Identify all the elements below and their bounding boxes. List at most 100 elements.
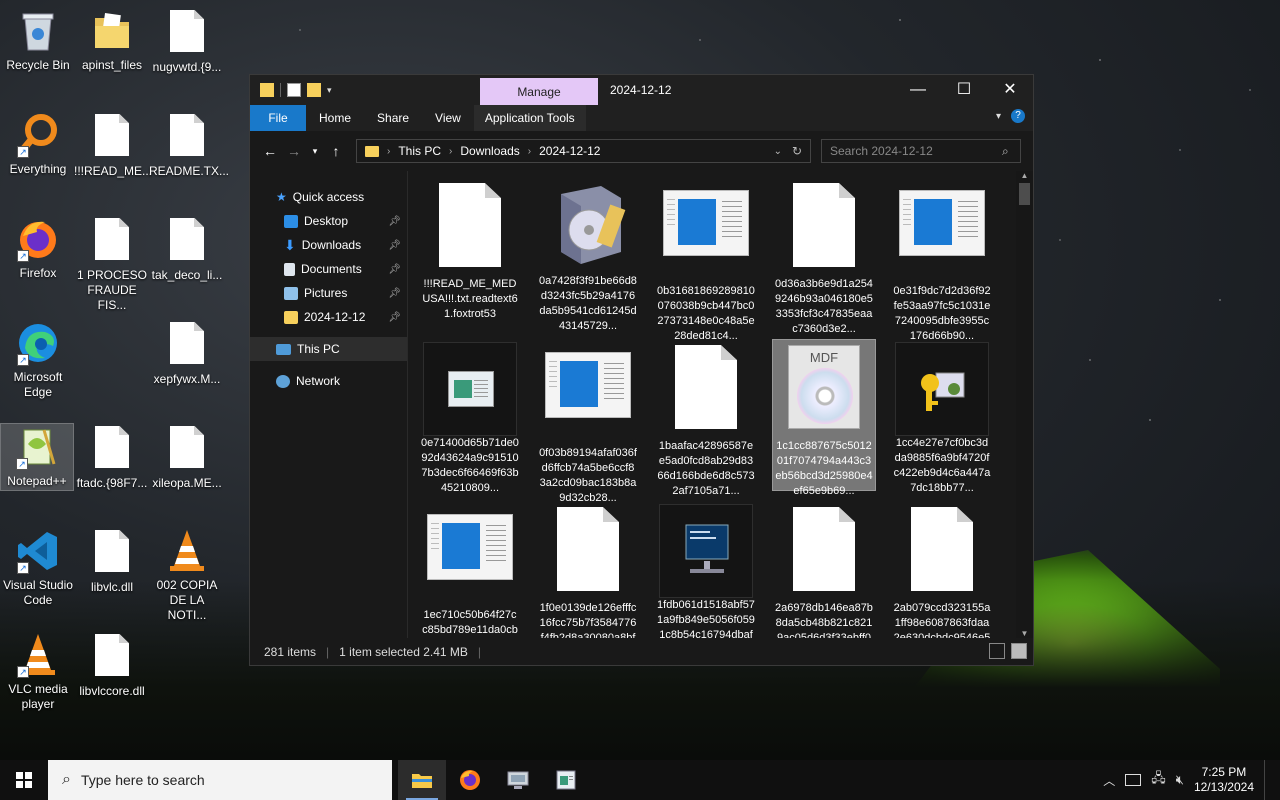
- tab-file[interactable]: File: [250, 105, 306, 131]
- file-item[interactable]: 0b31681869289810076038b9cb447bc027373148…: [654, 177, 758, 342]
- breadcrumb-downloads[interactable]: Downloads: [460, 144, 519, 158]
- file-item[interactable]: 2a6978db146ea87b8da5cb48b821c8219ac05d6d…: [772, 501, 876, 638]
- recycle-bin-icon: [15, 8, 61, 54]
- document-preview-icon: [899, 190, 985, 256]
- folder-icon: [284, 310, 298, 324]
- desktop-icon-xileopa[interactable]: xileopa.ME...: [149, 424, 225, 491]
- document-icon: [675, 345, 737, 429]
- file-item[interactable]: 1ec710c50b64f27cc85bd789e11da0cba3ec9a21…: [418, 501, 522, 638]
- address-dropdown-chevron-icon[interactable]: ⌄: [774, 146, 782, 157]
- properties-icon[interactable]: [287, 83, 301, 97]
- recent-locations-chevron-icon[interactable]: ▾: [306, 146, 324, 157]
- search-input[interactable]: [821, 139, 1021, 163]
- document-icon: [439, 183, 501, 267]
- forward-arrow-icon[interactable]: →: [282, 143, 306, 159]
- file-item[interactable]: 0e71400d65b71de092d43624a9c915107b3dec6f…: [418, 339, 522, 494]
- new-folder-icon[interactable]: [307, 83, 321, 97]
- desktop-icon-libvlccore[interactable]: libvlccore.dll: [74, 632, 150, 699]
- taskbar-file-explorer[interactable]: [398, 760, 446, 800]
- file-item[interactable]: 1cc4e27e7cf0bc3dda9885f6a9bf4720fc422eb9…: [890, 339, 994, 494]
- taskbar-search-box[interactable]: ⌕ Type here to search: [48, 760, 392, 800]
- file-item[interactable]: 2ab079ccd323155a1ff98e6087863fdaa2e630dc…: [890, 501, 994, 638]
- address-bar[interactable]: › This PC › Downloads › 2024-12-12 ⌄ ↻: [356, 139, 811, 163]
- taskbar-clock[interactable]: 7:25 PM 12/13/2024: [1194, 765, 1254, 795]
- network-icon: [276, 374, 290, 388]
- back-arrow-icon[interactable]: ←: [258, 143, 282, 159]
- star-icon: ★: [276, 190, 287, 204]
- desktop-icon-apinst-files[interactable]: apinst_files: [74, 8, 150, 73]
- desktop-icon-microsoft-edge[interactable]: ↗ Microsoft Edge: [0, 320, 76, 400]
- maximize-icon[interactable]: ☐: [941, 75, 987, 105]
- file-item[interactable]: 0d36a3b6e9d1a2549246b93a046180e53353fcf3…: [772, 177, 876, 335]
- tab-application-tools[interactable]: Application Tools: [473, 105, 586, 131]
- desktop-icon-tak-deco[interactable]: tak_deco_li...: [149, 216, 225, 283]
- file-item[interactable]: MDF 1c1cc887675c501201f7074794a443c3eb56b…: [772, 339, 876, 497]
- desktop-icon-readme-medusa[interactable]: !!!READ_ME...: [74, 112, 152, 179]
- desktop-icon-xepfywx[interactable]: xepfywx.M...: [149, 320, 225, 387]
- taskbar-firefox[interactable]: [446, 760, 494, 800]
- taskbar-app-window[interactable]: [542, 760, 590, 800]
- close-icon[interactable]: ✕: [987, 75, 1033, 105]
- desktop-icon-vscode[interactable]: ↗ Visual Studio Code: [0, 528, 76, 608]
- nav-downloads[interactable]: ⬇ Downloads 📌︎: [250, 233, 407, 257]
- tab-share[interactable]: Share: [364, 105, 422, 131]
- desktop-icon-vlc[interactable]: ↗ VLC media player: [0, 632, 76, 712]
- desktop-icon-copia-noti[interactable]: 002 COPIA DE LA NOTI...: [149, 528, 225, 623]
- file-icon: [164, 322, 210, 368]
- file-thumbnail: [541, 352, 635, 442]
- tab-manage[interactable]: Manage: [480, 78, 598, 106]
- breadcrumb-current-folder[interactable]: 2024-12-12: [539, 144, 600, 158]
- nav-this-pc[interactable]: This PC: [250, 337, 407, 361]
- folder-icon[interactable]: [260, 83, 274, 97]
- desktop-icon-proceso-fraude[interactable]: 1 PROCESO FRAUDE FIS...: [74, 216, 150, 313]
- breadcrumb-separator-icon[interactable]: ›: [528, 146, 531, 157]
- keyboard-icon[interactable]: [1125, 774, 1142, 786]
- scroll-up-arrow-icon[interactable]: ▲: [1016, 171, 1033, 180]
- start-button[interactable]: [0, 760, 48, 800]
- desktop-icon-everything[interactable]: ↗ Everything: [0, 112, 76, 177]
- desktop-icon-readme-txt[interactable]: README.TX...: [149, 112, 229, 179]
- nav-desktop[interactable]: Desktop 📌︎: [250, 209, 407, 233]
- network-status-icon[interactable]: 🖧︎: [1151, 769, 1166, 791]
- file-item[interactable]: 1f0e0139de126efffc16fcc75b7f3584776f4fb2…: [536, 501, 640, 638]
- scrollbar-thumb[interactable]: [1019, 183, 1030, 205]
- search-icon[interactable]: ⌕: [1002, 144, 1009, 159]
- breadcrumb-this-pc[interactable]: This PC: [398, 144, 441, 158]
- nav-documents[interactable]: Documents 📌︎: [250, 257, 407, 281]
- tab-view[interactable]: View: [422, 105, 474, 131]
- large-icons-view-icon[interactable]: [1011, 643, 1027, 659]
- details-view-icon[interactable]: [989, 643, 1005, 659]
- file-item[interactable]: !!!READ_ME_MEDUSA!!!.txt.readtext61.foxt…: [418, 177, 522, 329]
- show-hidden-icons-chevron-icon[interactable]: ︿: [1103, 772, 1115, 789]
- show-desktop-button[interactable]: [1264, 760, 1270, 800]
- desktop-icon-recycle-bin[interactable]: Recycle Bin: [0, 8, 76, 73]
- up-arrow-icon[interactable]: ↑: [324, 143, 348, 159]
- desktop-icon-firefox[interactable]: ↗ Firefox: [0, 216, 76, 281]
- file-item[interactable]: 0a7428f3f91be66d8d3243fc5b29a4176da5b954…: [536, 177, 640, 332]
- vertical-scrollbar[interactable]: ▲ ▼: [1016, 171, 1033, 638]
- taskbar-remote-app[interactable]: [494, 760, 542, 800]
- desktop-icon-notepad-plus-plus[interactable]: ↗ Notepad++: [0, 423, 74, 491]
- minimize-icon[interactable]: —: [895, 75, 941, 105]
- refresh-icon[interactable]: ↻: [792, 144, 802, 158]
- help-icon[interactable]: ?: [1011, 109, 1025, 123]
- file-item[interactable]: 0f03b89194afaf036fd6ffcb74a5be6ccf83a2cd…: [536, 339, 640, 504]
- volume-muted-icon[interactable]: 🔇︎: [1176, 772, 1184, 788]
- file-item[interactable]: 1baafac42896587ee5ad0fcd8ab29d8366d166bd…: [654, 339, 758, 497]
- desktop-icon-libvlc[interactable]: libvlc.dll: [74, 528, 150, 595]
- tab-home[interactable]: Home: [306, 105, 364, 131]
- download-arrow-icon: ⬇: [284, 236, 296, 253]
- customize-qat-chevron-icon[interactable]: ▾: [327, 85, 332, 96]
- desktop-icon-ftadc[interactable]: ftadc.{98F7...: [74, 424, 150, 491]
- expand-ribbon-chevron-icon[interactable]: ▾: [996, 111, 1001, 122]
- breadcrumb-separator-icon[interactable]: ›: [449, 146, 452, 157]
- nav-pictures[interactable]: Pictures 📌︎: [250, 281, 407, 305]
- scroll-down-arrow-icon[interactable]: ▼: [1016, 629, 1033, 638]
- desktop-icon-label: xileopa.ME...: [152, 476, 222, 490]
- file-item[interactable]: 1fdb061d1518abf571a9fb849e5056f0591c8b54…: [654, 501, 758, 638]
- desktop-icon-nugvwtd[interactable]: nugvwtd.{9...: [149, 8, 225, 75]
- nav-quick-access[interactable]: ★ Quick access: [250, 185, 407, 209]
- nav-folder-2024-12-12[interactable]: 2024-12-12 📌︎: [250, 305, 407, 329]
- nav-network[interactable]: Network: [250, 369, 407, 393]
- file-item[interactable]: 0e31f9dc7d2d36f92fe53aa97fc5c1031e724009…: [890, 177, 994, 342]
